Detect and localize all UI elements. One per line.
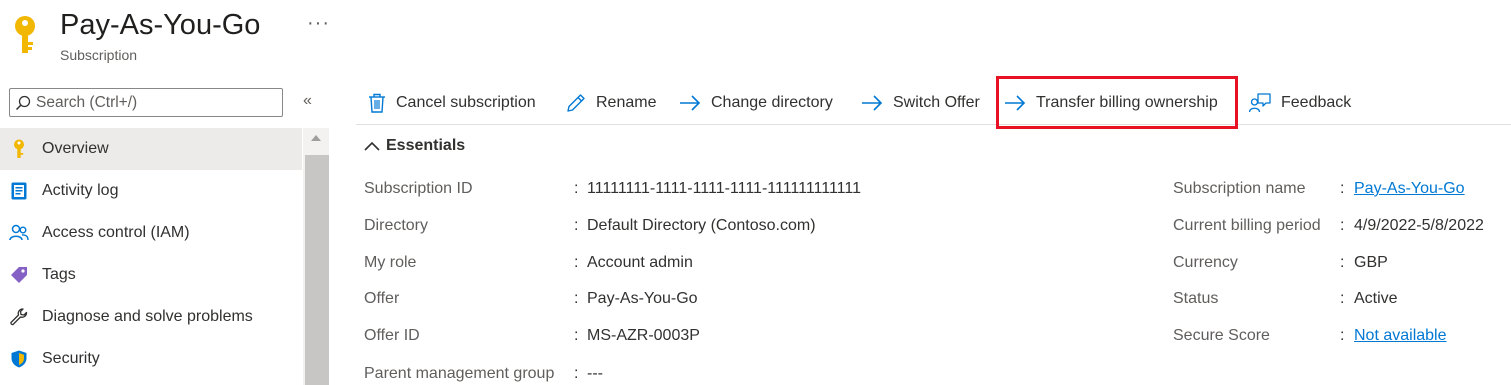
parent-management-group-value: ---: [587, 365, 603, 382]
sidebar-item-label: Tags: [42, 266, 76, 283]
cancel-subscription-label: Cancel subscription: [396, 94, 536, 111]
activity-log-icon: [9, 181, 29, 201]
subscription-id-label: Subscription ID: [364, 180, 473, 197]
separator: :: [574, 290, 579, 307]
trash-icon: [369, 93, 385, 113]
shield-icon: [9, 349, 29, 369]
sidebar-item-label: Diagnose and solve problems: [42, 308, 253, 325]
search-icon: [15, 95, 31, 110]
sidebar-item-label: Activity log: [42, 182, 119, 199]
feedback-icon: [1249, 93, 1271, 113]
sidebar-scrollbar[interactable]: [303, 128, 329, 385]
separator: :: [574, 217, 579, 234]
pencil-icon: [567, 94, 585, 112]
key-icon: [15, 16, 35, 53]
my-role-value: Account admin: [587, 254, 693, 271]
status-label: Status: [1173, 290, 1219, 307]
separator: :: [1340, 290, 1345, 307]
current-billing-period-value: 4/9/2022-5/8/2022: [1354, 217, 1484, 234]
offer-label: Offer: [364, 290, 400, 307]
chevron-up-icon: [364, 141, 380, 151]
page-subtitle: Subscription: [60, 47, 138, 63]
currency-label: Currency: [1173, 254, 1238, 271]
rename-button[interactable]: Rename: [566, 84, 656, 122]
sidebar-item-tags[interactable]: Tags: [0, 254, 302, 296]
collapse-sidebar-button[interactable]: «: [303, 92, 312, 110]
sidebar-item-security[interactable]: Security: [0, 338, 302, 380]
separator: :: [574, 180, 579, 197]
subscription-id-value: 11111111-1111-1111-1111-111111111111: [587, 180, 861, 197]
secure-score-label: Secure Score: [1173, 327, 1270, 344]
currency-value: GBP: [1354, 254, 1388, 271]
separator: :: [1340, 180, 1345, 197]
offer-value: Pay-As-You-Go: [587, 290, 698, 307]
arrow-right-icon: [862, 95, 883, 111]
feedback-label: Feedback: [1281, 94, 1352, 111]
essentials-toggle[interactable]: Essentials: [364, 137, 465, 155]
separator: :: [1340, 217, 1345, 234]
feedback-button[interactable]: Feedback: [1249, 84, 1351, 122]
page-title: Pay-As-You-Go: [60, 9, 261, 41]
sidebar-item-label: Overview: [42, 140, 109, 157]
search-input[interactable]: [36, 93, 271, 112]
scroll-up-icon[interactable]: [303, 134, 329, 148]
sidebar-item-diagnose[interactable]: Diagnose and solve problems: [0, 296, 302, 338]
separator: :: [574, 327, 579, 344]
sidebar-item-activity-log[interactable]: Activity log: [0, 170, 302, 212]
tag-icon: [9, 265, 29, 285]
separator: :: [574, 365, 579, 382]
rename-label: Rename: [596, 94, 657, 111]
change-directory-label: Change directory: [711, 94, 833, 111]
sidebar-item-label: Security: [42, 350, 100, 367]
sidebar-item-overview[interactable]: Overview: [0, 128, 302, 170]
separator: :: [574, 254, 579, 271]
sidebar-item-label: Access control (IAM): [42, 224, 190, 241]
cancel-subscription-button[interactable]: Cancel subscription: [368, 84, 536, 122]
highlight-box: [996, 76, 1238, 129]
subscription-name-label: Subscription name: [1173, 180, 1306, 197]
separator: :: [1340, 254, 1345, 271]
scrollbar-thumb[interactable]: [305, 155, 329, 385]
offer-id-label: Offer ID: [364, 327, 420, 344]
current-billing-period-label: Current billing period: [1173, 217, 1321, 234]
essentials-title: Essentials: [386, 137, 466, 154]
status-value: Active: [1354, 290, 1398, 307]
switch-offer-button[interactable]: Switch Offer: [861, 84, 980, 122]
separator: :: [1340, 327, 1345, 344]
change-directory-button[interactable]: Change directory: [679, 84, 833, 122]
my-role-label: My role: [364, 254, 417, 271]
sidebar-item-access-control[interactable]: Access control (IAM): [0, 212, 302, 254]
directory-label: Directory: [364, 217, 429, 234]
search-box[interactable]: [9, 88, 283, 117]
directory-value: Default Directory (Contoso.com): [587, 217, 816, 234]
more-options-button[interactable]: ···: [307, 12, 330, 35]
offer-id-value: MS-AZR-0003P: [587, 327, 700, 344]
arrow-right-icon: [680, 95, 701, 111]
people-icon: [9, 223, 29, 243]
sidebar-nav: Overview Activity log Access control (IA…: [0, 128, 302, 380]
secure-score-link[interactable]: Not available: [1354, 327, 1447, 345]
command-bar: Cancel subscription Rename Change direct…: [356, 84, 1511, 125]
parent-management-group-label: Parent management group: [364, 365, 555, 382]
switch-offer-label: Switch Offer: [893, 94, 980, 111]
key-icon: [9, 139, 29, 159]
subscription-name-link[interactable]: Pay-As-You-Go: [1354, 180, 1465, 198]
wrench-icon: [9, 307, 29, 327]
